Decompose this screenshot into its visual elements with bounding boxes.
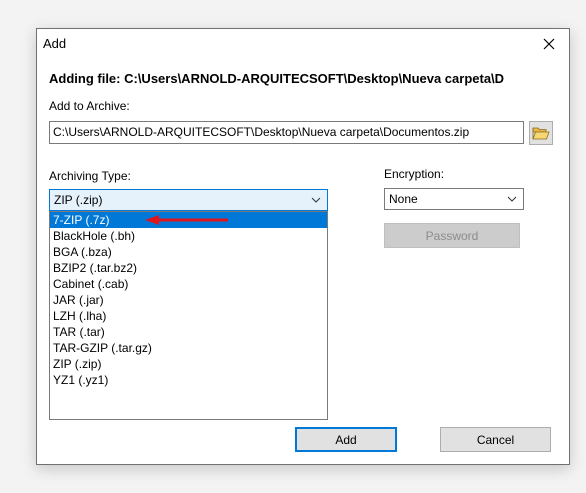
archiving-type-option[interactable]: Cabinet (.cab) (50, 276, 327, 292)
encryption-select[interactable]: None (384, 188, 524, 210)
archiving-type-option[interactable]: BlackHole (.bh) (50, 228, 327, 244)
add-button[interactable]: Add (295, 427, 397, 452)
archiving-type-value: ZIP (.zip) (54, 193, 103, 207)
add-to-archive-label: Add to Archive: (49, 99, 130, 113)
archiving-type-option[interactable]: JAR (.jar) (50, 292, 327, 308)
password-button[interactable]: Password (384, 223, 520, 248)
archiving-type-option[interactable]: BGA (.bza) (50, 244, 327, 260)
cancel-button[interactable]: Cancel (440, 427, 551, 452)
close-icon (543, 38, 555, 50)
chevron-down-icon (505, 189, 519, 209)
archiving-type-select[interactable]: ZIP (.zip) (49, 189, 328, 211)
archiving-type-option[interactable]: BZIP2 (.tar.bz2) (50, 260, 327, 276)
archiving-type-option[interactable]: YZ1 (.yz1) (50, 372, 327, 388)
archiving-type-options: 7-ZIP (.7z) BlackHole (.bh) BGA (.bza) BZIP… (49, 211, 328, 420)
encryption-label: Encryption: (384, 167, 445, 181)
encryption-value: None (389, 192, 418, 206)
archiving-type-option[interactable]: TAR (.tar) (50, 324, 327, 340)
close-button[interactable] (529, 29, 569, 59)
archiving-type-option[interactable]: ZIP (.zip) (50, 356, 327, 372)
dialog-title: Add (43, 36, 67, 51)
chevron-down-icon (309, 190, 323, 210)
archiving-type-option[interactable]: TAR-GZIP (.tar.gz) (50, 340, 327, 356)
archiving-type-label: Archiving Type: (49, 169, 131, 183)
red-arrow-icon (145, 215, 228, 225)
browse-button[interactable] (529, 121, 553, 145)
open-folder-icon (532, 127, 550, 140)
title-bar: Add (37, 29, 569, 59)
adding-file-heading: Adding file: C:\Users\ARNOLD-ARQUITECSOF… (49, 71, 505, 86)
add-dialog: Add Adding file: C:\Users\ARNOLD-ARQUITE… (36, 28, 570, 465)
archive-path-input[interactable]: C:\Users\ARNOLD-ARQUITECSOFT\Desktop\Nue… (49, 121, 524, 144)
archiving-type-option[interactable]: LZH (.lha) (50, 308, 327, 324)
